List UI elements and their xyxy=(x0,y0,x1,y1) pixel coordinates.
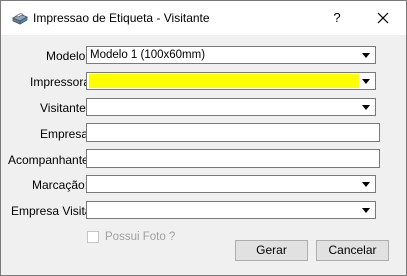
dialog-window: Impressao de Etiqueta - Visitante ? Mode… xyxy=(0,0,407,276)
chevron-down-icon[interactable] xyxy=(362,208,370,213)
help-button[interactable]: ? xyxy=(326,7,348,29)
visitante-select[interactable] xyxy=(86,98,376,116)
marcacao-label: Marcação: xyxy=(32,178,89,192)
window-title: Impressao de Etiqueta - Visitante xyxy=(33,11,210,25)
chevron-down-icon[interactable] xyxy=(362,182,370,187)
dialog-body: Modelo: Modelo 1 (100x60mm) Impressora V… xyxy=(1,35,406,275)
acompanhante-label: Acompanhante: xyxy=(8,153,93,167)
modelo-value: Modelo 1 (100x60mm) xyxy=(90,49,206,61)
impressora-selected-highlight xyxy=(89,74,359,88)
cancelar-button[interactable]: Cancelar xyxy=(316,240,389,261)
possui-foto-label: Possui Foto ? xyxy=(105,231,176,243)
title-bar[interactable]: Impressao de Etiqueta - Visitante ? xyxy=(1,1,406,35)
marcacao-select[interactable] xyxy=(86,175,376,193)
chevron-down-icon[interactable] xyxy=(362,53,370,58)
empresa-visita-label: Empresa Visita xyxy=(11,204,92,218)
close-icon xyxy=(377,12,389,24)
visitante-label: Visitante: xyxy=(40,101,90,115)
gerar-button[interactable]: Gerar xyxy=(235,240,308,261)
empresa-visita-select[interactable] xyxy=(86,201,376,219)
impressora-label: Impressora xyxy=(30,75,91,89)
impressora-select[interactable] xyxy=(86,72,376,90)
printer-icon xyxy=(12,13,28,25)
empresa-input[interactable] xyxy=(86,123,380,142)
chevron-down-icon[interactable] xyxy=(362,79,370,84)
acompanhante-input[interactable] xyxy=(86,149,380,168)
possui-foto-checkbox[interactable] xyxy=(87,231,99,243)
modelo-label: Modelo: xyxy=(46,49,89,63)
empresa-label: Empresa: xyxy=(40,127,92,141)
chevron-down-icon[interactable] xyxy=(362,105,370,110)
modelo-select[interactable]: Modelo 1 (100x60mm) xyxy=(86,46,376,64)
close-button[interactable] xyxy=(369,7,397,29)
